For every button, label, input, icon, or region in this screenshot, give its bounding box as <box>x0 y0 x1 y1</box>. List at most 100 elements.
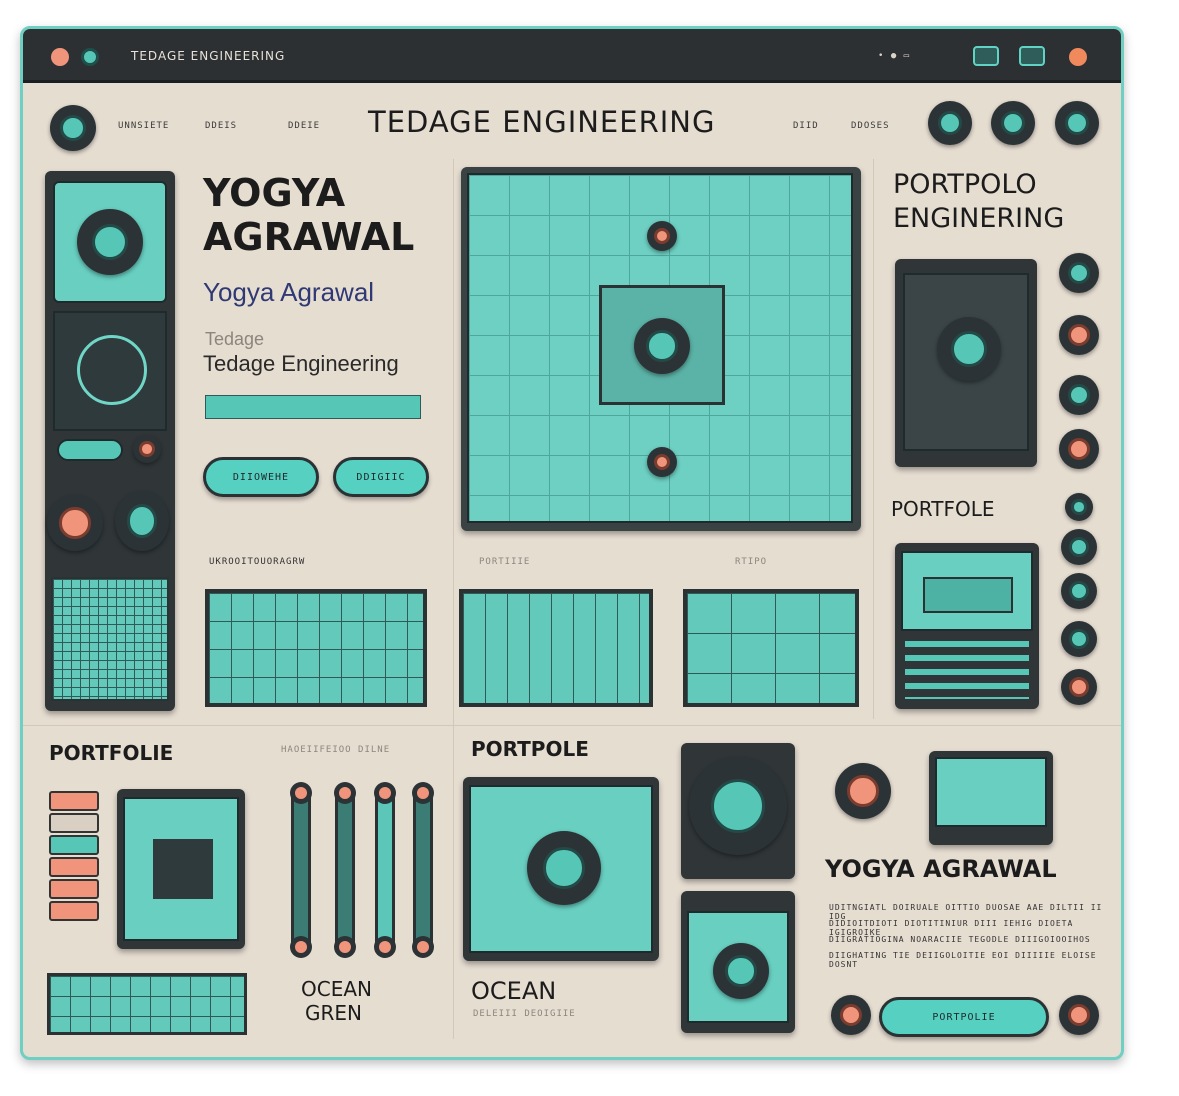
strip-label-2: PORTIIIE <box>479 557 531 567</box>
profile-left-knob-icon[interactable] <box>831 995 871 1035</box>
nav-item-5[interactable]: DDOSES <box>851 121 890 131</box>
bottom-left-grid <box>47 973 247 1035</box>
toggle-pill[interactable] <box>57 439 123 461</box>
coral-bar-2[interactable] <box>49 813 99 833</box>
center-lens-icon <box>527 831 601 905</box>
logo-knob-icon[interactable] <box>50 105 96 151</box>
coral-bar-3[interactable] <box>49 835 99 855</box>
right-device <box>895 259 1037 467</box>
grid-panel-1 <box>205 589 427 707</box>
portpole-heading: PORTPOLE <box>471 737 589 761</box>
left-device-column <box>45 171 175 711</box>
coral-bar-1[interactable] <box>49 791 99 811</box>
slider-3[interactable] <box>374 782 396 958</box>
slider-1[interactable] <box>290 782 312 958</box>
hero-subtitle: Yogya Agrawal <box>203 277 375 307</box>
ocean-center-caption: DELEIII DEOIGIIE <box>473 1009 576 1019</box>
radar-panel <box>53 311 167 431</box>
nav-item-3[interactable]: DDEIE <box>288 121 320 131</box>
grid-panel-2 <box>459 589 653 707</box>
grid-panel-3 <box>683 589 859 707</box>
schematic-screen <box>467 173 853 523</box>
coral-bar-6[interactable] <box>49 901 99 921</box>
slider-3-bottom-icon[interactable] <box>374 936 396 958</box>
speaker-device-1 <box>681 743 795 879</box>
slider-4-top-icon[interactable] <box>412 782 434 804</box>
center-lens-device <box>463 777 659 961</box>
side-knob-4-icon[interactable] <box>1059 429 1099 469</box>
side-knob-3-icon[interactable] <box>1059 375 1099 415</box>
slider-1-bottom-icon[interactable] <box>290 936 312 958</box>
minimize-dot-icon[interactable] <box>81 48 99 66</box>
ocean-left-line1: OCEAN <box>301 977 372 1001</box>
brand-heading: TEDAGE ENGINEERING <box>368 105 716 139</box>
coral-bar-4[interactable] <box>49 857 99 877</box>
side-knob-1-icon[interactable] <box>1059 253 1099 293</box>
profile-coral-knob-icon[interactable] <box>835 763 891 819</box>
speaker-device-2-screen <box>687 911 789 1023</box>
profile-body-3: DIIGRATIOGINA NOARACIIE TEGODLE DIIIGOIO… <box>829 935 1091 944</box>
schematic-display <box>461 167 861 531</box>
window-title: TEDAGE ENGINEERING <box>131 49 286 63</box>
profile-monitor <box>929 751 1053 845</box>
map-screen <box>123 797 239 941</box>
nav-item-2[interactable]: DDEIS <box>205 121 237 131</box>
coral-bar-stack <box>49 791 105 951</box>
nav-knob-3-icon[interactable] <box>1055 101 1099 145</box>
profile-right-knob-icon[interactable] <box>1059 995 1099 1035</box>
slider-4-bottom-icon[interactable] <box>412 936 434 958</box>
nav-knob-1-icon[interactable] <box>928 101 972 145</box>
map-inner <box>153 839 213 899</box>
truck-list <box>905 641 1029 699</box>
profile-name: YOGYA AGRAWAL <box>825 855 1057 883</box>
radar-icon <box>77 335 147 405</box>
right-eye-icon <box>937 317 1001 381</box>
dial-coral-icon[interactable] <box>47 495 103 551</box>
side-knob-8-icon[interactable] <box>1061 621 1097 657</box>
nav-item-4[interactable]: DIID <box>793 121 819 131</box>
side-knob-6-icon[interactable] <box>1061 529 1097 565</box>
hero-company: Tedage Engineering <box>203 351 399 376</box>
toggle-knob-icon[interactable] <box>133 435 161 463</box>
side-knob-9-icon[interactable] <box>1061 669 1097 705</box>
window-close-icon[interactable] <box>1069 48 1087 66</box>
top-node-icon[interactable] <box>647 221 677 251</box>
bottom-node-icon[interactable] <box>647 447 677 477</box>
truck-device <box>895 543 1039 709</box>
slider-4[interactable] <box>412 782 434 958</box>
hero-primary-button[interactable]: DIIOWEHE <box>203 457 319 497</box>
profile-portfolio-button[interactable]: PORTPOLIE <box>879 997 1049 1037</box>
side-knob-5-icon[interactable] <box>1065 493 1093 521</box>
center-lens-screen <box>469 785 653 953</box>
close-dot-icon[interactable] <box>51 48 69 66</box>
slider-3-top-icon[interactable] <box>374 782 396 804</box>
slider-2-bottom-icon[interactable] <box>334 936 356 958</box>
speaker-device-2 <box>681 891 795 1033</box>
speaker-icon <box>77 209 143 275</box>
portfolio-heading-line1: PORTPOLO <box>893 169 1037 200</box>
speaker-panel <box>53 181 167 303</box>
side-knob-7-icon[interactable] <box>1061 573 1097 609</box>
truck-icon <box>923 577 1013 613</box>
coral-bar-5[interactable] <box>49 879 99 899</box>
app-window: TEDAGE ENGINEERING • ● ▭ UNNSIETE DDEIS … <box>20 26 1124 1060</box>
nav-knob-2-icon[interactable] <box>991 101 1035 145</box>
hero-secondary-button[interactable]: DDIGIIC <box>333 457 429 497</box>
window-button-b[interactable] <box>1019 46 1045 66</box>
side-knob-2-icon[interactable] <box>1059 315 1099 355</box>
portfolio-heading-line2: ENGINERING <box>893 203 1065 234</box>
slider-2-top-icon[interactable] <box>334 782 356 804</box>
slider-1-top-icon[interactable] <box>290 782 312 804</box>
dial-teal-icon[interactable] <box>115 491 169 551</box>
ocean-left-line2: GREN <box>305 1001 362 1025</box>
strip-label-3: RTIPO <box>735 557 768 567</box>
portfole-label: PORTFOLE <box>891 497 995 521</box>
profile-body-4: DIIGHATING TIE DEIIGOLOITIE EOI DIIIIIE … <box>829 951 1097 969</box>
truck-screen <box>901 551 1033 631</box>
slider-2[interactable] <box>334 782 356 958</box>
window-button-a[interactable] <box>973 46 999 66</box>
map-device <box>117 789 245 949</box>
portfolie-heading: PORTFOLIE <box>49 741 174 765</box>
nav-item-1[interactable]: UNNSIETE <box>118 121 169 131</box>
big-speaker-icon <box>689 757 787 855</box>
